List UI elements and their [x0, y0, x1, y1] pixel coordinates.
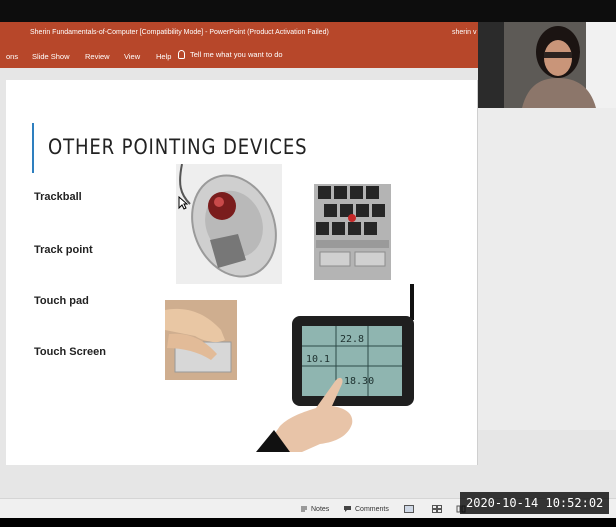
bottom-border — [0, 518, 616, 527]
trackball-image[interactable] — [176, 164, 282, 284]
slide-canvas[interactable]: OTHER POINTING DEVICES Trackball Track p… — [6, 80, 478, 465]
comments-button[interactable]: Comments — [343, 505, 389, 513]
tab-view[interactable]: View — [124, 52, 140, 61]
user-name[interactable]: sherin v — [452, 29, 477, 36]
screen: Sherin Fundamentals-of-Computer [Compati… — [0, 0, 616, 527]
normal-view-button[interactable] — [404, 505, 414, 513]
lightbulb-icon — [178, 50, 185, 59]
tab-add-ins[interactable]: ons — [6, 52, 18, 61]
notes-label: Notes — [311, 505, 330, 513]
normal-view-icon — [404, 505, 414, 513]
notes-icon — [301, 506, 307, 512]
tab-review[interactable]: Review — [85, 52, 110, 61]
bullet-trackball[interactable]: Trackball — [34, 191, 82, 203]
touch-screen-image[interactable]: 10.1 22.8 18.30 — [256, 284, 420, 452]
cursor-icon — [178, 196, 188, 210]
comments-label: Comments — [355, 505, 389, 513]
comments-icon — [344, 506, 351, 512]
window-title: Sherin Fundamentals-of-Computer [Compati… — [30, 29, 329, 36]
screen-reading-2: 22.8 — [340, 334, 364, 345]
bullet-touch-screen[interactable]: Touch Screen — [34, 346, 106, 358]
bullet-touch-pad[interactable]: Touch pad — [34, 295, 89, 307]
recording-timestamp: 2020-10-14 10:52:02 — [460, 492, 610, 514]
notes-button[interactable]: Notes — [300, 505, 329, 513]
tab-help[interactable]: Help — [156, 52, 171, 61]
screen-reading-1: 10.1 — [306, 354, 330, 365]
bullet-track-point[interactable]: Track point — [34, 244, 93, 256]
slide-sorter-icon — [432, 505, 442, 513]
tab-slide-show[interactable]: Slide Show — [32, 52, 70, 61]
touch-pad-image[interactable] — [165, 300, 237, 380]
track-point-image[interactable] — [314, 184, 391, 280]
tell-me-search[interactable]: Tell me what you want to do — [178, 50, 283, 59]
title-accent-bar — [32, 123, 34, 173]
webcam-feed — [478, 22, 616, 108]
screen-reading-3: 18.30 — [344, 376, 374, 387]
tell-me-label: Tell me what you want to do — [190, 50, 283, 59]
slide-title[interactable]: OTHER POINTING DEVICES — [48, 135, 307, 159]
slide-sorter-button[interactable] — [432, 505, 442, 513]
